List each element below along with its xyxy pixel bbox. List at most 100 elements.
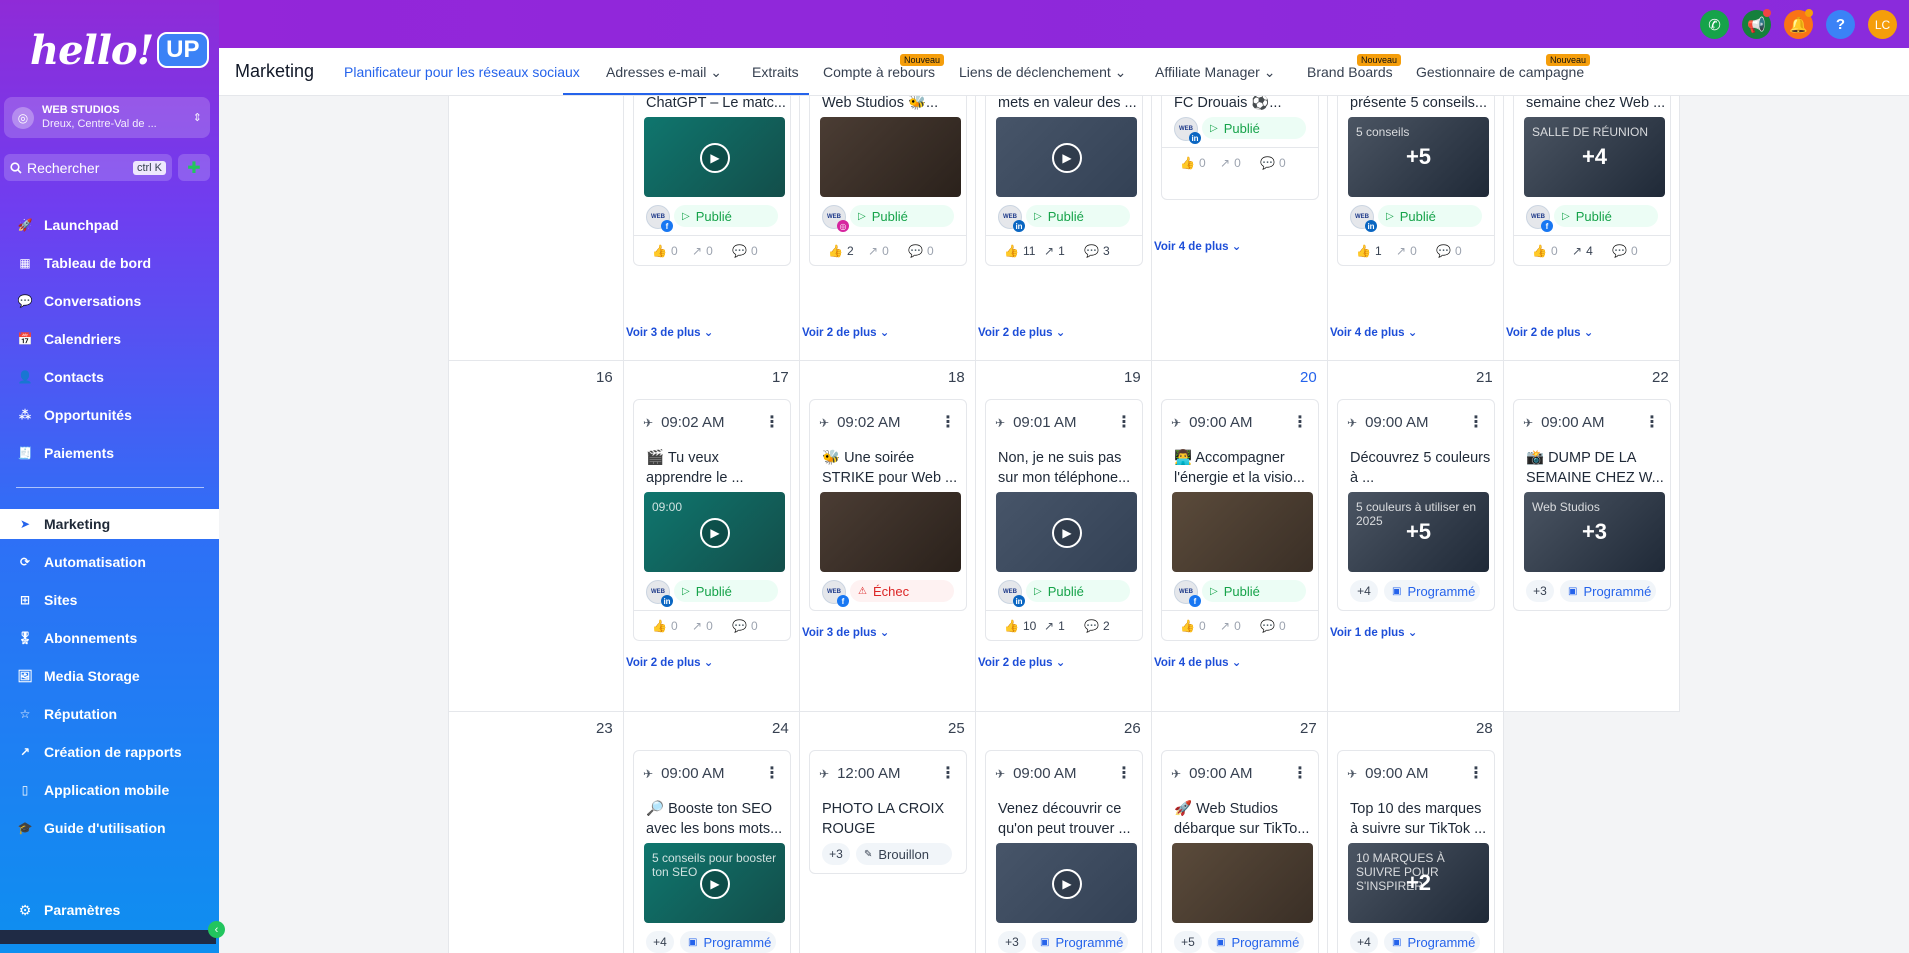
kebab-menu-icon[interactable]: ⋮	[1468, 412, 1484, 432]
sidebar-item-guide-d-utilisation[interactable]: 🎓 Guide d'utilisation	[0, 813, 219, 843]
see-more-link[interactable]: Voir 3 de plus ⌄	[626, 325, 713, 339]
post-thumbnail[interactable]: 09:00 ▶	[644, 492, 785, 572]
sidebar-item-media-storage[interactable]: 🖼 Media Storage	[0, 661, 219, 691]
kebab-menu-icon[interactable]: ⋮	[764, 412, 780, 432]
status-badge: ▣ Programmé	[1032, 931, 1128, 953]
post-thumbnail[interactable]	[820, 117, 961, 197]
post-thumbnail[interactable]	[820, 492, 961, 572]
play-icon[interactable]: ▶	[1052, 143, 1082, 173]
post-card[interactable]: 😈 DeepSeek vs ChatGPT – Le matc...▶WEBf▷…	[633, 96, 791, 266]
post-thumbnail[interactable]: 5 conseils +5	[1348, 117, 1489, 197]
tab-social-planner[interactable]: Planificateur pour les réseaux sociaux	[344, 64, 580, 80]
post-card[interactable]: Web studios vous présente 5 conseils... 5…	[1337, 96, 1495, 266]
tab-countdown[interactable]: Compte à rebours	[823, 64, 935, 80]
kebab-menu-icon[interactable]: ⋮	[1644, 412, 1660, 432]
post-card[interactable]: ✈ 09:00 AM ⋮ Venez découvrir ce qu'on peut …	[985, 750, 1143, 953]
see-more-link[interactable]: Voir 2 de plus ⌄	[626, 655, 713, 669]
see-more-link[interactable]: Voir 4 de plus ⌄	[1330, 325, 1417, 339]
post-card[interactable]: ✈ 09:01 AM ⋮ Non, je ne suis pas sur mon té…	[985, 399, 1143, 641]
sidebar-item-settings[interactable]: ⚙ Paramètres	[0, 895, 219, 925]
sidebar-item-sites[interactable]: ⊞ Sites	[0, 585, 219, 615]
tab-trigger-links[interactable]: Liens de déclenchement ⌄	[959, 64, 1126, 81]
play-icon[interactable]: ▶	[700, 518, 730, 548]
post-card[interactable]: ✈ 09:00 AM ⋮ 🚀 Web Studios débarque sur Tik…	[1161, 750, 1319, 953]
sidebar-item-calendriers[interactable]: 📅 Calendriers	[0, 324, 219, 354]
tab-snippets[interactable]: Extraits	[752, 64, 799, 80]
sidebar-item-creation-de-rapports[interactable]: ↗ Création de rapports	[0, 737, 219, 767]
post-thumbnail[interactable]: ▶	[644, 117, 785, 197]
post-thumbnail[interactable]: 10 MARQUES À SUIVRE POUR S'INSPIRER +2	[1348, 843, 1489, 923]
phone-button[interactable]: ✆	[1700, 10, 1729, 39]
see-more-link[interactable]: Voir 3 de plus ⌄	[802, 625, 889, 639]
post-thumbnail[interactable]: ▶	[996, 492, 1137, 572]
announcements-button[interactable]: 📢	[1742, 9, 1771, 39]
kebab-menu-icon[interactable]: ⋮	[1292, 763, 1308, 783]
logo[interactable]: hello! UP	[30, 26, 209, 74]
play-icon[interactable]: ▶	[700, 869, 730, 899]
tab-campaign-manager[interactable]: Gestionnaire de campagne	[1416, 64, 1584, 80]
sidebar-item-automatisation[interactable]: ⟳ Automatisation	[0, 547, 219, 577]
kebab-menu-icon[interactable]: ⋮	[940, 763, 956, 783]
account-switcher[interactable]: ◎ WEB STUDIOS Dreux, Centre-Val de ... ⇕	[4, 97, 210, 138]
comments-count: 💬 0	[1436, 244, 1476, 258]
tab-brand-boards[interactable]: Brand Boards	[1307, 64, 1393, 80]
sidebar-item-tableau-de-bord[interactable]: ▦ Tableau de bord	[0, 248, 219, 278]
play-icon[interactable]: ▶	[1052, 518, 1082, 548]
kebab-menu-icon[interactable]: ⋮	[1116, 412, 1132, 432]
post-thumbnail[interactable]: 5 couleurs à utiliser en 2025 +5	[1348, 492, 1489, 572]
post-card[interactable]: 🐝 DUMP de la semaine chez Web ... SALLE D…	[1513, 96, 1671, 266]
post-card[interactable]: ✈ 09:00 AM ⋮ Top 10 des marques à suivre su…	[1337, 750, 1495, 953]
post-card[interactable]: ✈ 09:00 AM ⋮ 🔎 Booste ton SEO avec les bons…	[633, 750, 791, 953]
kebab-menu-icon[interactable]: ⋮	[940, 412, 956, 432]
post-time-value: 12:00 AM	[837, 765, 901, 782]
see-more-link[interactable]: Voir 4 de plus ⌄	[1154, 655, 1241, 669]
user-avatar[interactable]: LC	[1868, 10, 1897, 39]
quick-add-button[interactable]: ✚	[178, 154, 210, 181]
post-card[interactable]: ✈ 09:00 AM ⋮ 📸 DUMP DE LA SEMAINE CHEZ W...…	[1513, 399, 1671, 611]
notifications-button[interactable]: 🔔	[1784, 9, 1813, 39]
sidebar-item-opportunites[interactable]: ⁂ Opportunités	[0, 400, 219, 430]
post-thumbnail[interactable]	[1172, 843, 1313, 923]
sidebar-item-reputation[interactable]: ☆ Réputation	[0, 699, 219, 729]
post-thumbnail[interactable]: 5 conseils pour booster ton SEO ▶	[644, 843, 785, 923]
post-card[interactable]: ✈ 09:00 AM ⋮ 👨‍💻 Accompagner l'énergie et l…	[1161, 399, 1319, 641]
help-button[interactable]: ?	[1826, 10, 1855, 39]
tab-affiliate-manager[interactable]: Affiliate Manager ⌄	[1155, 64, 1275, 81]
sidebar-item-abonnements[interactable]: 🎖 Abonnements	[0, 623, 219, 653]
sidebar-item-application-mobile[interactable]: ▯ Application mobile	[0, 775, 219, 805]
post-thumbnail[interactable]: SALLE DE RÉUNION +4	[1524, 117, 1665, 197]
post-card[interactable]: 💡 Astuce Canva : mets en valeur des ... ▶…	[985, 96, 1143, 266]
post-card[interactable]: ✈ 12:00 AM ⋮ PHOTO LA CROIX ROUGE +3 ✎ Brouill…	[809, 750, 967, 874]
sidebar-item-launchpad[interactable]: 🚀 Launchpad	[0, 210, 219, 240]
post-thumbnail[interactable]: Web Studios +3	[1524, 492, 1665, 572]
sidebar-item-marketing[interactable]: ➤ Marketing	[0, 509, 219, 539]
sidebar: hello! UP ◎ WEB STUDIOS Dreux, Centre-Va…	[0, 0, 225, 953]
sidebar-item-conversations[interactable]: 💬 Conversations	[0, 286, 219, 316]
see-more-link[interactable]: Voir 2 de plus ⌄	[1506, 325, 1593, 339]
search-button[interactable]: Rechercher ctrl K	[4, 154, 172, 181]
post-thumbnail[interactable]	[1172, 492, 1313, 572]
sidebar-item-contacts[interactable]: 👤 Contacts	[0, 362, 219, 392]
post-card[interactable]: ✈ 09:02 AM ⋮ 🎬 Tu veux apprendre le ... 09:0…	[633, 399, 791, 641]
see-more-link[interactable]: Voir 4 de plus ⌄	[1154, 239, 1241, 253]
see-more-link[interactable]: Voir 1 de plus ⌄	[1330, 625, 1417, 639]
tab-email-addresses[interactable]: Adresses e-mail ⌄	[606, 64, 722, 81]
kebab-menu-icon[interactable]: ⋮	[1116, 763, 1132, 783]
see-more-link[interactable]: Voir 2 de plus ⌄	[802, 325, 889, 339]
play-icon[interactable]: ▶	[700, 143, 730, 173]
kebab-menu-icon[interactable]: ⋮	[764, 763, 780, 783]
post-thumbnail[interactable]: ▶	[996, 117, 1137, 197]
see-more-link[interactable]: Voir 2 de plus ⌄	[978, 325, 1065, 339]
collapse-sidebar-button[interactable]: ‹	[208, 921, 225, 938]
kebab-menu-icon[interactable]: ⋮	[1468, 763, 1484, 783]
post-card[interactable]: Nouveau site pour le FC Drouais ⚽... WEBi…	[1161, 96, 1319, 200]
sidebar-item-paiements[interactable]: 🧾 Paiements	[0, 438, 219, 468]
post-thumbnail[interactable]: ▶	[996, 843, 1137, 923]
post-card[interactable]: 🐝 Welcome to the Web Studios 🐝... WEB◎ ▷ Pu…	[809, 96, 967, 266]
payments-icon: 🧾	[17, 446, 33, 460]
post-card[interactable]: ✈ 09:02 AM ⋮ 🐝 Une soirée STRIKE pour Web .…	[809, 399, 967, 611]
play-icon[interactable]: ▶	[1052, 869, 1082, 899]
see-more-link[interactable]: Voir 2 de plus ⌄	[978, 655, 1065, 669]
post-card[interactable]: ✈ 09:00 AM ⋮ Découvrez 5 couleurs à ... 5 co…	[1337, 399, 1495, 611]
kebab-menu-icon[interactable]: ⋮	[1292, 412, 1308, 432]
